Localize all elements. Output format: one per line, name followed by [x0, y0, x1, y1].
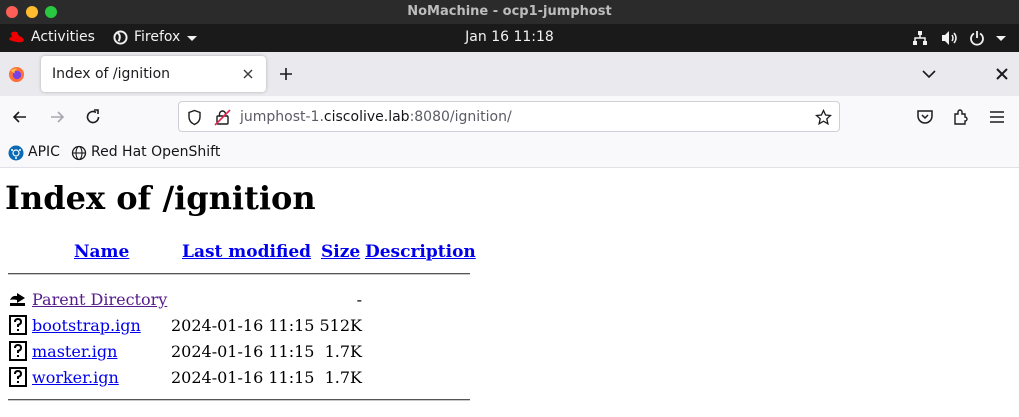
file-link[interactable]: worker.ign: [32, 368, 119, 387]
navigation-toolbar: jumphost-1.ciscolive.lab:8080/ignition/: [0, 96, 1019, 138]
extensions-icon[interactable]: [951, 107, 971, 127]
apic-icon: [8, 145, 24, 161]
power-icon[interactable]: [969, 30, 985, 46]
file-link[interactable]: master.ign: [32, 342, 117, 361]
chevron-down-icon[interactable]: [996, 36, 1006, 41]
firefox-logo-icon[interactable]: [8, 66, 25, 83]
column-header-size[interactable]: Size: [321, 242, 360, 262]
unknown-file-icon: [9, 367, 27, 387]
file-modified: 2024-01-16 11:15: [171, 368, 315, 387]
new-tab-button[interactable]: [277, 65, 295, 83]
back-folder-icon: [10, 293, 25, 306]
file-modified: 2024-01-16 11:15: [171, 342, 315, 361]
close-window-icon[interactable]: [995, 67, 1009, 81]
volume-icon[interactable]: [941, 30, 959, 46]
gnome-top-bar: Activities Firefox Jan 16 11:18: [0, 24, 1019, 52]
file-modified: 2024-01-16 11:15: [171, 316, 315, 335]
page-title: Index of /ignition: [5, 179, 316, 217]
menu-hamburger-icon[interactable]: [987, 107, 1007, 127]
file-size: 1.7K: [324, 368, 362, 387]
file-size: 512K: [319, 316, 363, 335]
page-content: Index of /ignition Name Last modified Si…: [0, 169, 1019, 417]
parent-size: -: [356, 290, 362, 309]
url-bar[interactable]: jumphost-1.ciscolive.lab:8080/ignition/: [178, 101, 840, 132]
divider: [8, 273, 470, 275]
window-titlebar: NoMachine - ocp1-jumphost: [0, 0, 1019, 24]
reload-icon[interactable]: [83, 107, 103, 127]
globe-icon: [71, 145, 87, 161]
unknown-file-icon: [9, 341, 27, 361]
clock[interactable]: Jan 16 11:18: [0, 29, 1019, 45]
column-header-description[interactable]: Description: [365, 242, 476, 262]
back-arrow-icon[interactable]: [10, 107, 30, 127]
tab-active[interactable]: Index of /ignition: [41, 56, 266, 92]
parent-directory-link[interactable]: Parent Directory: [32, 290, 167, 309]
forward-arrow-icon[interactable]: [47, 107, 67, 127]
insecure-lock-icon[interactable]: [214, 109, 231, 126]
column-header-last-modified[interactable]: Last modified: [182, 242, 311, 262]
tracking-protection-shield-icon[interactable]: [186, 109, 203, 126]
pocket-icon[interactable]: [915, 107, 935, 127]
network-icon[interactable]: [912, 30, 928, 46]
bookmark-red-hat-openshift[interactable]: Red Hat OpenShift: [91, 144, 220, 160]
window-title: NoMachine - ocp1-jumphost: [407, 4, 612, 19]
divider: [8, 399, 470, 401]
file-size: 1.7K: [324, 342, 362, 361]
bookmark-apic[interactable]: APIC: [28, 144, 60, 160]
close-icon[interactable]: [239, 65, 257, 83]
list-all-tabs-icon[interactable]: [921, 67, 937, 81]
column-header-name[interactable]: Name: [74, 242, 129, 262]
url-text[interactable]: jumphost-1.ciscolive.lab:8080/ignition/: [240, 109, 512, 125]
file-link[interactable]: bootstrap.ign: [32, 316, 141, 335]
tab-bar: Index of /ignition: [0, 52, 1019, 96]
tab-title: Index of /ignition: [52, 66, 171, 82]
unknown-file-icon: [9, 315, 27, 335]
bookmarks-toolbar: APIC Red Hat OpenShift: [0, 138, 1019, 168]
bookmark-star-icon[interactable]: [815, 109, 832, 126]
